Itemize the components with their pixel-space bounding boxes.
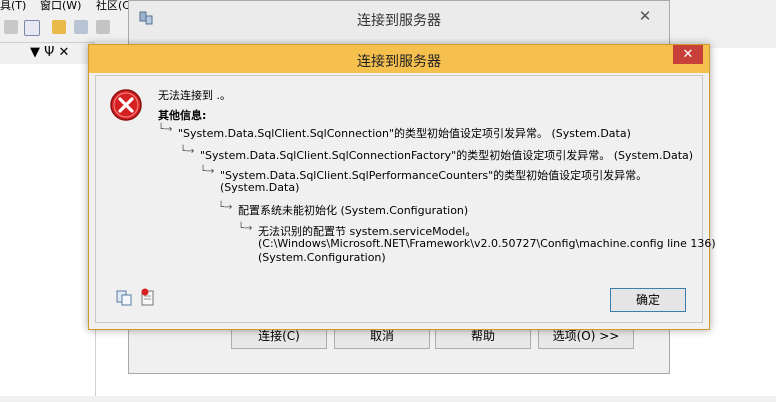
error-dialog: 连接到服务器 ✕ 无法连接到 .。 其他信息: └→ "System.Data.… — [88, 44, 716, 330]
error-dialog-titlebar: 连接到服务器 ✕ — [89, 45, 709, 73]
error-content: 无法连接到 .。 其他信息: └→ "System.Data.SqlClient… — [95, 75, 716, 323]
indent-arrow-icon: └→ — [180, 146, 195, 157]
print-icon[interactable] — [96, 20, 110, 34]
close-button[interactable]: ✕ — [673, 45, 703, 64]
error-chain-1: "System.Data.SqlClient.SqlConnection"的类型… — [178, 127, 631, 140]
error-chain-3-source: (System.Data) — [220, 181, 300, 194]
error-icon — [110, 89, 142, 121]
dialog-titlebar: 连接到服务器 ✕ — [129, 1, 669, 37]
error-chain-5-source: (System.Configuration) — [258, 251, 386, 264]
open-folder-icon[interactable] — [52, 20, 66, 34]
error-chain-2: "System.Data.SqlClient.SqlConnectionFact… — [200, 149, 694, 162]
indent-arrow-icon: └→ — [200, 166, 215, 177]
technical-details-icon[interactable] — [140, 288, 156, 306]
ide-toolbar — [0, 12, 140, 42]
save-icon[interactable] — [74, 20, 88, 34]
ok-button[interactable]: 确定 — [610, 288, 686, 312]
error-chain-4: 配置系统未能初始化 (System.Configuration) — [238, 204, 469, 217]
error-headline: 无法连接到 .。 — [158, 89, 231, 102]
copy-icon[interactable] — [116, 290, 132, 306]
indent-arrow-icon: └→ — [238, 223, 253, 234]
close-icon[interactable]: ✕ — [630, 6, 660, 26]
ide-status-strip — [0, 396, 776, 402]
additional-info-label: 其他信息: — [158, 109, 207, 122]
new-file-icon[interactable] — [24, 20, 40, 36]
toolbar-icon[interactable] — [4, 20, 18, 34]
dialog-title: 连接到服务器 — [357, 13, 441, 29]
ide-right-area — [668, 0, 776, 48]
panel-pin-controls[interactable]: ▼ Ψ ✕ — [30, 45, 69, 60]
error-dialog-title: 连接到服务器 — [357, 54, 441, 70]
indent-arrow-icon: └→ — [158, 124, 173, 135]
indent-arrow-icon: └→ — [218, 202, 233, 213]
object-explorer-panel — [0, 64, 96, 402]
error-chain-5-path: (C:\Windows\Microsoft.NET\Framework\v2.0… — [258, 237, 716, 250]
panel-header: ▼ Ψ ✕ — [0, 42, 95, 66]
